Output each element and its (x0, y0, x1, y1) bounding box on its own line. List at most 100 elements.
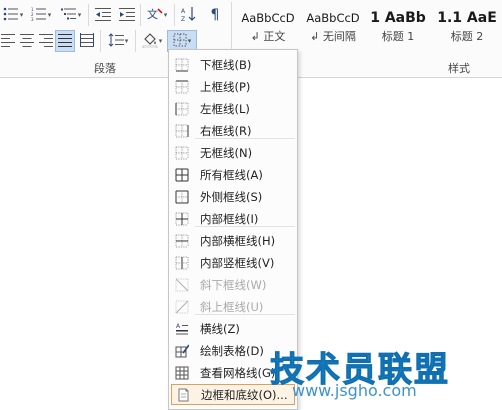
menu-item-label: 上框线(P) (200, 79, 251, 94)
border-inside-horizontal-icon (171, 234, 193, 248)
align-center-button[interactable] (18, 30, 36, 52)
separator (100, 30, 101, 52)
style-heading-2[interactable]: 1.1 AaE 标题 2 (432, 4, 502, 52)
style-name: 标题 2 (450, 30, 484, 43)
menu-item-diagonal-down-border: 斜下框线(W) (171, 274, 295, 295)
style-name: 标题 1 (381, 30, 415, 43)
menu-item-label: 内部框线(I) (200, 211, 259, 226)
paint-bucket-icon (142, 32, 158, 51)
paragraph-group-label: 段落 (94, 62, 116, 75)
svg-text:文: 文 (147, 7, 158, 21)
chinese-layout-button[interactable]: 文 ▾ (144, 4, 170, 26)
style-sample: AaBbCcD (241, 11, 295, 25)
menu-item-label: 内部竖框线(V) (200, 255, 275, 270)
menu-item-label: 右框线(R) (200, 123, 252, 138)
decrease-indent-button[interactable] (92, 4, 114, 26)
border-all-icon (171, 168, 193, 182)
align-center-icon (20, 33, 34, 50)
menu-item-label: 左框线(L) (200, 101, 250, 116)
line-spacing-button[interactable]: ▾ (104, 30, 132, 52)
separator (135, 30, 136, 52)
border-inside-icon (171, 212, 193, 226)
diagonal-up-border-icon (171, 300, 193, 314)
menu-item-label: 下框线(B) (200, 57, 252, 72)
svg-text:3: 3 (31, 17, 34, 21)
menu-item-border-left[interactable]: 左框线(L) (171, 98, 295, 119)
style-heading-1[interactable]: 1 AaBb 标题 1 (367, 4, 429, 52)
sort-icon: AZ (181, 6, 197, 25)
border-outside-icon (171, 190, 193, 204)
watermark-url: www.jsgho.com (292, 381, 417, 400)
menu-item-border-inside-vertical[interactable]: 内部竖框线(V) (171, 252, 295, 273)
menu-item-label: 绘制表格(D) (200, 343, 264, 358)
menu-item-label: 斜下框线(W) (200, 277, 267, 292)
menu-item-label: 查看网格线(G) (200, 365, 276, 380)
style-name: ↲ 无间隔 (310, 30, 356, 43)
menu-item-border-all[interactable]: 所有框线(A) (171, 164, 295, 185)
menu-item-border-inside[interactable]: 内部框线(I) (171, 208, 295, 229)
show-marks-button[interactable]: ¶ (204, 4, 226, 26)
menu-item-label: 内部横框线(H) (200, 233, 276, 248)
diagonal-down-border-icon (171, 278, 193, 292)
menu-item-label: 横线(Z) (200, 321, 240, 336)
line-spacing-icon (108, 32, 124, 50)
numbering-button[interactable]: 123 ▾ (28, 4, 54, 26)
paragraph-mark-icon: ¶ (210, 7, 220, 23)
menu-item-label: 无框线(N) (200, 145, 253, 160)
style-name: ↲ 正文 (250, 30, 286, 43)
menu-item-border-inside-horizontal[interactable]: 内部横框线(H) (171, 230, 295, 251)
align-left-icon (1, 33, 15, 50)
style-sample: AaBbCcD (306, 11, 360, 25)
chinese-layout-icon: 文 (147, 7, 163, 24)
view-gridlines-icon (171, 366, 193, 380)
separator (140, 4, 141, 26)
distributed-icon (80, 32, 94, 50)
menu-item-border-none[interactable]: 无框线(N) (171, 142, 295, 163)
styles-group-label: 样式 (448, 62, 470, 75)
shading-button[interactable]: ▾ (139, 30, 165, 52)
bullets-button[interactable]: ▾ (2, 4, 24, 26)
justify-button[interactable] (55, 30, 75, 52)
menu-item-border-right[interactable]: 右框线(R) (171, 120, 295, 141)
border-bottom-icon (171, 58, 193, 72)
border-top-icon (171, 80, 193, 94)
bullets-icon (3, 7, 19, 24)
menu-item-border-bottom[interactable]: 下框线(B) (171, 54, 295, 75)
borders-shading-icon (172, 388, 194, 402)
align-left-button[interactable] (0, 30, 16, 52)
border-right-icon (171, 124, 193, 138)
numbering-icon: 123 (31, 7, 47, 24)
horizontal-line-icon: A (171, 322, 193, 336)
align-right-button[interactable] (37, 30, 55, 52)
svg-text:Z: Z (181, 16, 185, 22)
sort-button[interactable]: AZ (178, 4, 200, 26)
separator (174, 4, 175, 26)
separator (88, 4, 89, 26)
draw-table-icon (171, 344, 193, 358)
menu-item-diagonal-up-border: 斜上框线(U) (171, 296, 295, 317)
decrease-indent-icon (95, 7, 111, 24)
multilevel-list-icon (60, 7, 77, 24)
menu-item-border-outside[interactable]: 外侧框线(S) (171, 186, 295, 207)
style-no-spacing[interactable]: AaBbCcD ↲ 无间隔 (301, 4, 365, 52)
menu-item-border-top[interactable]: 上框线(P) (171, 76, 295, 97)
border-inside-vertical-icon (171, 256, 193, 270)
border-left-icon (171, 102, 193, 116)
word-window: ▾ 123 ▾ ▾ 文 ▾ A Z ¶ ▾ ▾ ▾ 段落 AaBbCcD ↲ 正… (0, 0, 502, 410)
justify-icon (58, 33, 72, 50)
menu-item-label: 所有框线(A) (200, 167, 263, 182)
svg-text:A: A (176, 323, 181, 330)
menu-item-label: 外侧框线(S) (200, 189, 263, 204)
border-none-icon (171, 146, 193, 160)
style-normal[interactable]: AaBbCcD ↲ 正文 (236, 4, 300, 52)
increase-indent-icon (119, 7, 135, 24)
svg-text:A: A (181, 8, 186, 15)
style-sample: 1.1 AaE (437, 10, 497, 26)
multilevel-list-button[interactable]: ▾ (57, 4, 85, 26)
menu-item-horizontal-line[interactable]: A 横线(Z) (171, 318, 295, 339)
distributed-button[interactable] (77, 30, 97, 52)
menu-item-label: 斜上框线(U) (200, 299, 264, 314)
border-dotted-icon (173, 33, 187, 50)
increase-indent-button[interactable] (116, 4, 138, 26)
style-sample: 1 AaBb (370, 10, 426, 26)
